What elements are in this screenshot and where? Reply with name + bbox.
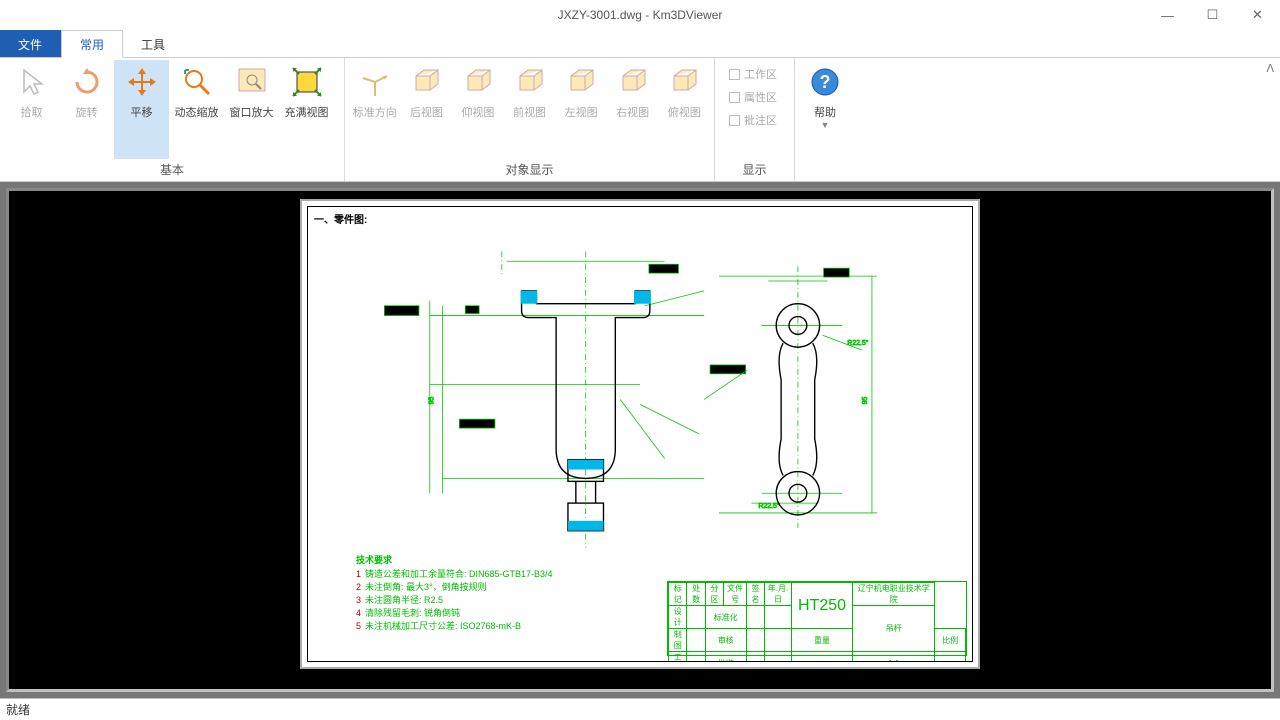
svg-text:95: 95 [429, 397, 436, 405]
minimize-button[interactable]: — [1145, 0, 1190, 30]
svg-text:95: 95 [862, 397, 869, 405]
stdview-button[interactable]: 标准方向 [349, 60, 401, 159]
rightview-button[interactable]: 右视图 [607, 60, 659, 159]
cube-top-icon [462, 66, 494, 98]
group-disp-label: 显示 [719, 159, 790, 181]
axes-icon [359, 66, 391, 98]
svg-text:R22.5°: R22.5° [847, 339, 868, 347]
part-number: JXZY-3001 [935, 652, 966, 663]
part-name: 吊杆 [853, 606, 935, 652]
svg-text:?: ? [820, 72, 831, 92]
cube-left-icon [565, 66, 597, 98]
menu-bar: 文件 常用 工具 [0, 30, 1280, 58]
drawing-sheet: 一、零件图: [300, 199, 980, 669]
ribbon: ᐱ 拾取 旋转 平移 动态缩放 窗口放大 [0, 57, 1280, 182]
backview-button[interactable]: 后视图 [401, 60, 453, 159]
fit-button[interactable]: 充满视图 [279, 60, 334, 159]
menu-file[interactable]: 文件 [0, 30, 61, 58]
group-objdisp-label: 对象显示 [349, 159, 710, 181]
school: 辽宁机电职业技术学院 [853, 583, 935, 606]
material: HT250 [798, 597, 846, 614]
tech-notes: 技术要求 1铸造公差和加工余量符合: DIN685-GTB17-B3/4 2未注… [356, 554, 553, 633]
ribbon-collapse-icon[interactable]: ᐱ [1266, 62, 1274, 75]
pan-button[interactable]: 平移 [114, 60, 169, 159]
menu-tools[interactable]: 工具 [123, 30, 184, 58]
pointer-icon [16, 66, 48, 98]
zoom-window-icon [236, 66, 268, 98]
check-proparea[interactable]: 属性区 [729, 89, 783, 105]
chevron-down-icon: ▼ [821, 120, 830, 130]
scale: 1:1 [853, 652, 935, 663]
status-text: 就绪 [6, 703, 30, 717]
dynzoom-button[interactable]: 动态缩放 [169, 60, 224, 159]
zoom-icon [181, 66, 213, 98]
group-basic-label: 基本 [4, 159, 340, 181]
status-bar: 就绪 [0, 698, 1280, 720]
leftview-button[interactable]: 左视图 [555, 60, 607, 159]
title-block: 标记处数 分区文件号 签名年.月.日 HT250 辽宁机电职业技术学院 设计标准… [667, 581, 967, 656]
cube-bottom-icon [668, 66, 700, 98]
viewport[interactable]: 一、零件图: [0, 182, 1280, 698]
help-icon: ? [809, 66, 841, 98]
title-bar: JXZY-3001.dwg - Km3DViewer — ☐ ✕ [0, 0, 1280, 30]
help-button[interactable]: ? 帮助 ▼ [799, 60, 851, 181]
fit-icon [291, 66, 323, 98]
close-button[interactable]: ✕ [1235, 0, 1280, 30]
cube-back-icon [410, 66, 442, 98]
svg-text:R22.5°: R22.5° [758, 502, 779, 510]
rotate-button[interactable]: 旋转 [59, 60, 114, 159]
zoomwin-button[interactable]: 窗口放大 [224, 60, 279, 159]
frontview-button[interactable]: 前视图 [504, 60, 556, 159]
pan-icon [126, 66, 158, 98]
menu-common[interactable]: 常用 [61, 30, 123, 58]
maximize-button[interactable]: ☐ [1190, 0, 1235, 30]
window-title: JXZY-3001.dwg - Km3DViewer [558, 8, 723, 22]
rotate-icon [71, 66, 103, 98]
topview-button[interactable]: 仰视图 [452, 60, 504, 159]
bottomview-button[interactable]: 俯视图 [658, 60, 710, 159]
check-annarea[interactable]: 批注区 [729, 112, 783, 128]
cube-front-icon [514, 66, 546, 98]
pick-button[interactable]: 拾取 [4, 60, 59, 159]
cube-right-icon [617, 66, 649, 98]
check-workarea[interactable]: 工作区 [729, 66, 783, 82]
